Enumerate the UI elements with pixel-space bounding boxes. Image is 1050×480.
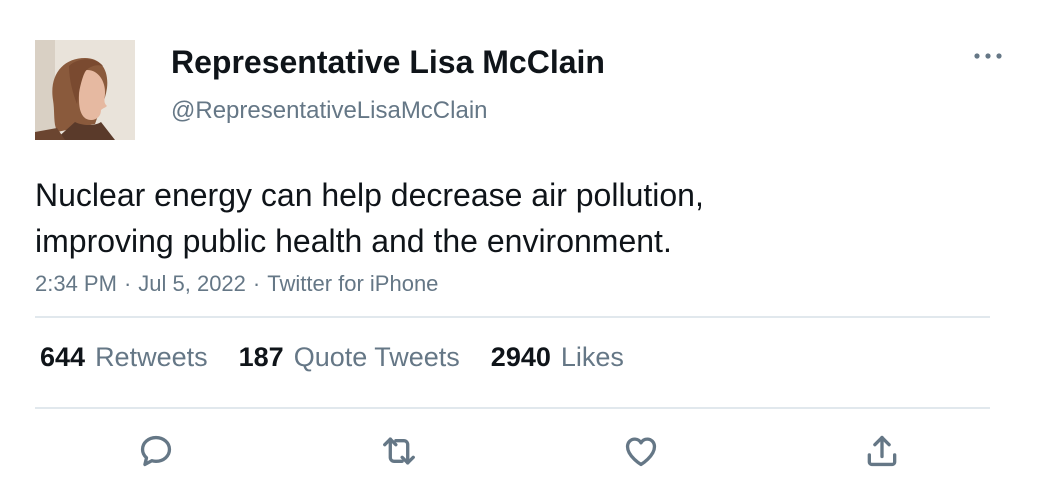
tweet-text-line: improving public health and the environm… bbox=[35, 223, 672, 259]
meta-separator: · bbox=[252, 271, 261, 296]
likes-count: 2940 bbox=[490, 342, 551, 372]
quote-tweets-count: 187 bbox=[238, 342, 284, 372]
tweet-text: Nuclear energy can help decrease air pol… bbox=[35, 172, 935, 264]
share-button[interactable] bbox=[862, 431, 902, 471]
retweets-stat[interactable]: 644 Retweets bbox=[40, 342, 208, 373]
likes-stat[interactable]: 2940 Likes bbox=[491, 342, 624, 373]
retweet-button[interactable] bbox=[379, 431, 419, 471]
tweet-metadata: 2:34 PM · Jul 5, 2022 · Twitter for iPhone bbox=[35, 271, 438, 297]
retweets-label: Retweets bbox=[95, 342, 208, 372]
reply-icon bbox=[140, 435, 172, 467]
divider bbox=[35, 407, 990, 409]
meta-separator: · bbox=[123, 271, 132, 296]
tweet-text-line: Nuclear energy can help decrease air pol… bbox=[35, 177, 704, 213]
more-horizontal-icon bbox=[974, 53, 1002, 59]
more-options-button[interactable] bbox=[966, 44, 1010, 68]
display-name[interactable]: Representative Lisa McClain bbox=[171, 44, 605, 81]
likes-label: Likes bbox=[560, 342, 624, 372]
like-button[interactable] bbox=[621, 431, 661, 471]
quote-tweets-stat[interactable]: 187 Quote Tweets bbox=[239, 342, 460, 373]
tweet-stats: 644 Retweets 187 Quote Tweets 2940 Likes bbox=[40, 342, 624, 373]
reply-button[interactable] bbox=[136, 431, 176, 471]
divider bbox=[35, 316, 990, 318]
heart-icon bbox=[625, 437, 657, 467]
quote-tweets-label: Quote Tweets bbox=[293, 342, 460, 372]
share-icon bbox=[867, 435, 897, 467]
tweet-time[interactable]: 2:34 PM bbox=[35, 271, 117, 296]
tweet-source[interactable]: Twitter for iPhone bbox=[267, 271, 438, 296]
avatar[interactable] bbox=[35, 40, 135, 140]
tweet-date[interactable]: Jul 5, 2022 bbox=[138, 271, 246, 296]
retweet-icon bbox=[383, 437, 415, 465]
handle[interactable]: @RepresentativeLisaMcClain bbox=[171, 97, 488, 125]
retweets-count: 644 bbox=[40, 342, 86, 372]
